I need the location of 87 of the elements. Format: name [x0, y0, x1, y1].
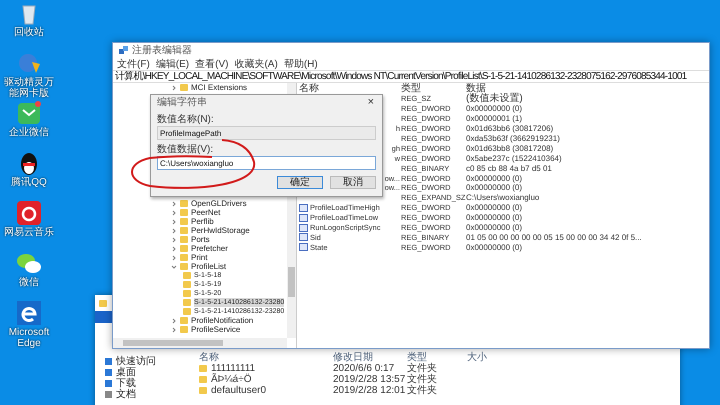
- menu-item[interactable]: 文件(F): [117, 58, 150, 70]
- tree-item[interactable]: Print: [191, 253, 208, 262]
- column-header[interactable]: 名称: [199, 352, 333, 363]
- value-data-cell-text: 0xda53b63f (3662919231): [466, 134, 561, 143]
- folder-icon: [99, 300, 107, 306]
- tree-item[interactable]: ProfileNotification: [191, 316, 254, 325]
- value-data-cell-text: (数值未设置): [466, 94, 524, 104]
- chevron-right-icon[interactable]: [171, 210, 177, 216]
- chevron-right-icon[interactable]: [171, 236, 177, 242]
- menu-item[interactable]: 收藏夹(A): [234, 58, 278, 70]
- file-name-cell[interactable]: 111111111: [199, 363, 333, 374]
- registry-cubes-icon: [119, 46, 128, 55]
- tree-item[interactable]: ProfileList: [191, 262, 226, 271]
- ok-button[interactable]: 确定: [277, 176, 323, 189]
- tree-item[interactable]: Prefetcher: [191, 244, 228, 253]
- nav-item[interactable]: 文档: [116, 389, 136, 400]
- close-button[interactable]: ×: [366, 97, 376, 108]
- column-header[interactable]: 数据: [466, 83, 709, 94]
- horizontal-scrollbar[interactable]: [113, 338, 287, 348]
- nav-item[interactable]: 桌面: [116, 367, 136, 378]
- column-header[interactable]: 类型: [407, 352, 467, 363]
- date-cell-text: 2019/2/28 13:57: [333, 374, 406, 385]
- value-data-cell-text: 0x00000000 (0): [466, 104, 524, 114]
- menu-item[interactable]: 查看(V): [195, 58, 228, 70]
- file-name-cell[interactable]: defaultuser0: [199, 385, 333, 396]
- chevron-right-icon[interactable]: [171, 84, 177, 90]
- file-name-cell[interactable]: ÃÞ¼á÷Ö: [199, 374, 333, 385]
- value-data-cell-text: 0x00000000 (0): [466, 242, 524, 252]
- value-data-cell-text: 0x00000000 (0): [466, 183, 524, 192]
- value-data-cell-text: 0x01d63bb8 (30817208): [466, 144, 554, 153]
- menu-item[interactable]: 帮助(H): [284, 58, 318, 70]
- column-header[interactable]: 名称: [299, 83, 401, 94]
- chevron-right-icon[interactable]: [171, 318, 177, 324]
- value-data-cell-text: C:\Users\woxiangluo: [466, 193, 540, 202]
- value-name-field[interactable]: ProfileImagePath: [157, 126, 376, 140]
- tree-item[interactable]: MCI Extensions: [191, 83, 248, 92]
- value-data-cell-text: 01 05 00 00 00 00 00 05 15 00 00 00 34 42 0f 5...: [466, 232, 643, 242]
- value-data-cell-text: 0x01d63bb6 (30817206): [466, 124, 554, 134]
- window-title: 注册表编辑器: [132, 45, 192, 56]
- desktop-icon-label[interactable]: 回收站: [14, 27, 44, 38]
- chevron-right-icon[interactable]: [171, 326, 177, 332]
- value-data-field[interactable]: C:\Users\woxiangluo: [157, 156, 376, 170]
- chevron-right-icon[interactable]: [171, 228, 177, 234]
- type-cell-text: 文件夹: [407, 385, 438, 396]
- tree-item[interactable]: PeerNet: [191, 208, 220, 217]
- value-data-cell-text: 0x5abe237c (1522410364): [466, 154, 563, 163]
- type-cell-text: 文件夹: [407, 374, 438, 385]
- menu-item[interactable]: 编辑(E): [156, 58, 190, 70]
- column-header[interactable]: 类型: [401, 83, 466, 94]
- desktop-icon-label[interactable]: 企业微信: [9, 127, 49, 138]
- tree-item[interactable]: Ports: [191, 235, 210, 244]
- desktop-icon-label[interactable]: 腾讯QQ: [11, 177, 47, 188]
- desktop-icon-label[interactable]: 网易云音乐: [4, 227, 54, 238]
- type-cell-text: 文件夹: [407, 363, 438, 374]
- tree-item[interactable]: OpenGLDrivers: [191, 199, 247, 208]
- date-cell-text: 2020/6/6 0:17: [333, 363, 396, 374]
- chevron-right-icon[interactable]: [171, 218, 177, 224]
- tree-item[interactable]: ProfileService: [191, 325, 240, 334]
- chevron-down-icon[interactable]: [171, 264, 177, 270]
- value-data-cell-text: 0x00000000 (0): [466, 174, 524, 183]
- address-bar[interactable]: 计算机\HKEY_LOCAL_MACHINE\SOFTWARE\Microsoft\Windows NT\CurrentVersion\ProfileList\S-1-5-21-1410286132-2328075162-2976085344-1001: [115, 71, 686, 82]
- browser-e-icon: [16, 300, 42, 326]
- field-label: 数值数据(V):: [157, 144, 214, 155]
- value-data-cell-text: 0x00000000 (0): [466, 213, 524, 222]
- column-header[interactable]: 大小: [467, 352, 507, 363]
- chevron-right-icon[interactable]: [171, 200, 177, 206]
- value-data-cell-text: 0x00000001 (1): [466, 114, 524, 124]
- value-data-cell-text: 0x00000000 (0): [466, 223, 524, 232]
- column-header[interactable]: 修改日期: [333, 352, 407, 363]
- date-cell-text: 2019/2/28 12:01: [333, 385, 406, 396]
- value-data-cell-text: 0x00000000 (0): [466, 203, 524, 212]
- nav-item[interactable]: 快速访问: [116, 356, 156, 367]
- chevron-right-icon[interactable]: [171, 254, 177, 260]
- tree-item[interactable]: PerHwIdStorage: [191, 226, 250, 235]
- desktop-icon-label[interactable]: Microsoft Edge: [1, 327, 57, 349]
- cancel-button[interactable]: 取消: [330, 176, 376, 189]
- folder-icon: [180, 84, 188, 91]
- document-icon: [105, 391, 112, 398]
- dialog-title: 编辑字符串: [157, 97, 207, 108]
- desktop-icon-label[interactable]: 微信: [19, 277, 39, 288]
- envelope-icon: [16, 100, 42, 126]
- nav-item[interactable]: 下载: [116, 378, 136, 389]
- tree-item[interactable]: Perflib: [191, 217, 214, 226]
- desktop-icon-label[interactable]: 驱动精灵万能网卡版: [1, 77, 57, 99]
- field-label: 数值名称(N):: [157, 114, 214, 125]
- chevron-right-icon[interactable]: [171, 246, 177, 252]
- value-data-cell-text: c0 85 cb 88 4a b7 d5 01: [466, 164, 553, 173]
